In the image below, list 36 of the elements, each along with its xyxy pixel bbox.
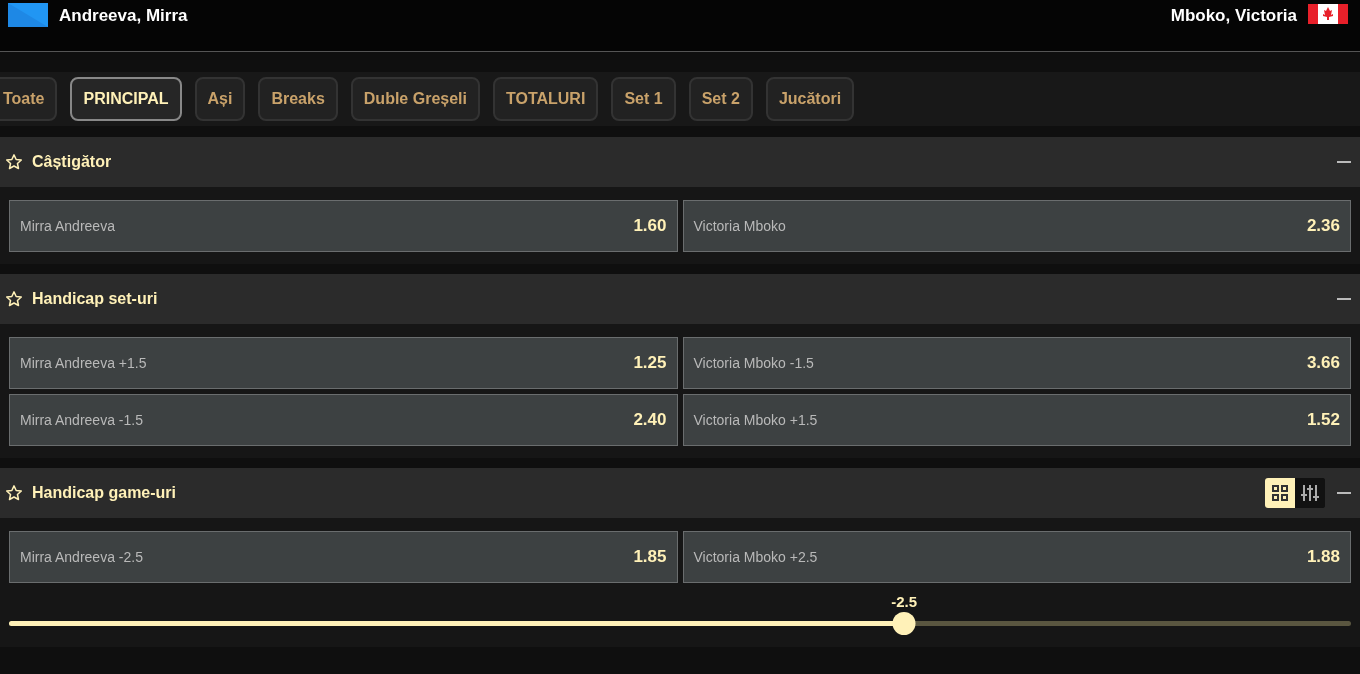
market-tab[interactable]: Toate [0,77,58,121]
slider-thumb[interactable] [892,611,916,635]
market-tab[interactable]: TOTALURI [492,77,599,121]
slider-track[interactable] [9,611,1351,635]
market-tab[interactable]: Set 2 [688,77,753,121]
star-icon[interactable] [5,484,23,502]
odds-button[interactable]: Mirra Andreeva 1.60 [9,200,678,252]
market-tab[interactable]: Jucători [765,77,855,121]
market-header[interactable]: Handicap set-uri [0,274,1360,324]
grid-icon [1271,484,1289,502]
odds-button[interactable]: Mirra Andreeva -2.5 1.85 [9,531,678,583]
home-player: Andreeva, Mirra [59,5,188,27]
market-tab[interactable]: Ași [194,77,246,121]
market-tab[interactable]: Duble Greșeli [350,77,480,121]
flag-icon [8,3,48,27]
market-title: Câștigător [32,152,112,172]
view-toggle-option[interactable] [1265,478,1295,508]
odds-button[interactable]: Victoria Mboko 2.36 [682,200,1351,252]
odds-button[interactable]: Victoria Mboko -1.5 3.66 [682,337,1351,389]
star-icon[interactable] [5,153,23,171]
market-tab[interactable]: Breaks [258,77,338,121]
sliders-icon [1300,483,1320,503]
market-title: Handicap game-uri [32,483,177,503]
market-title: Handicap set-uri [32,289,158,309]
market-header[interactable]: Câștigător [0,137,1360,187]
away-player: Mboko, Victoria [1170,5,1297,27]
canada-flag-icon [1308,4,1348,24]
star-icon[interactable] [5,290,23,308]
market-tab[interactable]: Set 1 [611,77,676,121]
odds-button[interactable]: Mirra Andreeva +1.5 1.25 [9,337,678,389]
odds-button[interactable]: Victoria Mboko +1.5 1.52 [682,394,1351,446]
market-tab[interactable]: PRINCIPAL [70,77,182,121]
odds-button[interactable]: Mirra Andreeva -1.5 2.40 [9,394,678,446]
odds-button[interactable]: Victoria Mboko +2.5 1.88 [682,531,1351,583]
slider-value: -2.5 [891,592,918,612]
market-header[interactable]: Handicap game-uri [0,468,1360,518]
